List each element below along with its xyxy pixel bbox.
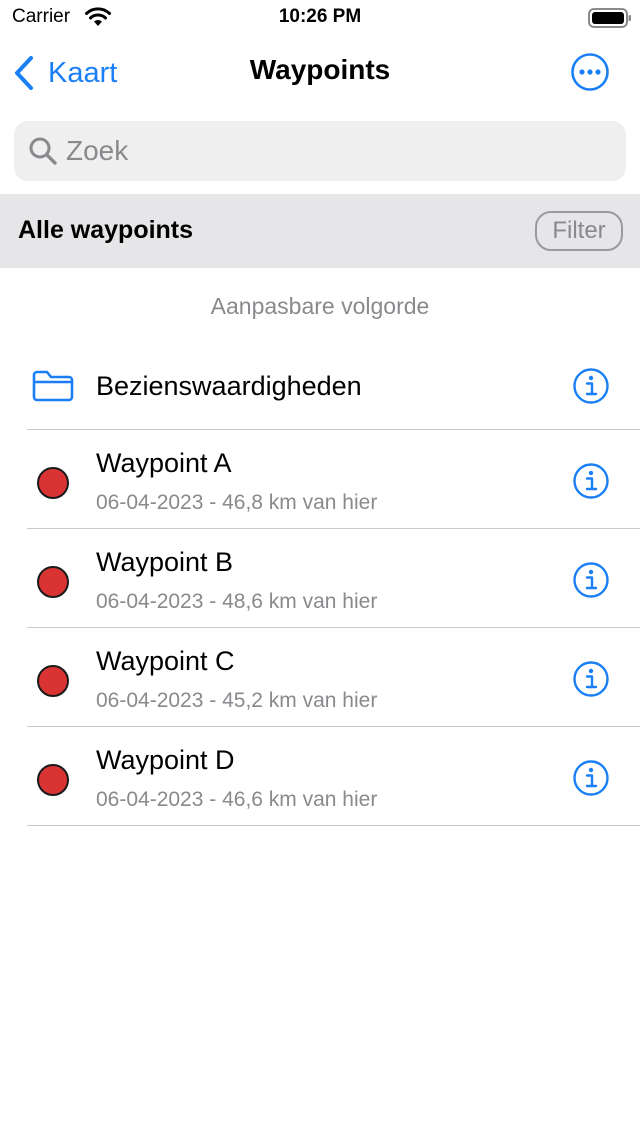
- waypoint-detail: 06-04-2023 - 46,6 km van hier: [96, 788, 378, 811]
- battery-icon: [588, 8, 631, 28]
- search-icon: [29, 137, 57, 165]
- waypoint-marker-icon: [37, 566, 69, 598]
- info-icon[interactable]: [572, 367, 610, 405]
- info-icon[interactable]: [572, 759, 610, 797]
- status-bar: Carrier 10:26 PM: [0, 0, 640, 36]
- waypoint-marker-icon: [37, 665, 69, 697]
- info-icon[interactable]: [572, 561, 610, 599]
- list-item-waypoint[interactable]: Waypoint C 06-04-2023 - 45,2 km van hier: [0, 628, 640, 727]
- waypoint-marker-icon: [37, 764, 69, 796]
- list-item-waypoint[interactable]: Waypoint B 06-04-2023 - 48,6 km van hier: [0, 529, 640, 628]
- info-icon[interactable]: [572, 660, 610, 698]
- folder-icon: [32, 370, 74, 402]
- info-icon[interactable]: [572, 462, 610, 500]
- filter-button[interactable]: Filter: [535, 211, 623, 251]
- list-item-waypoint[interactable]: Waypoint A 06-04-2023 - 46,8 km van hier: [0, 430, 640, 529]
- navigation-bar: Kaart Waypoints: [0, 40, 640, 106]
- section-header: Alle waypoints Filter: [0, 194, 640, 268]
- row-divider: [27, 825, 640, 826]
- folder-label: Bezienswaardigheden: [96, 371, 362, 401]
- section-title: Alle waypoints: [18, 216, 194, 244]
- search-bar[interactable]: [14, 121, 626, 181]
- waypoint-detail: 06-04-2023 - 45,2 km van hier: [96, 689, 378, 712]
- waypoint-list: Bezienswaardigheden Waypoint A 06-04-202…: [0, 340, 640, 826]
- list-item-folder[interactable]: Bezienswaardigheden: [0, 340, 640, 430]
- waypoint-name: Waypoint C: [96, 646, 235, 676]
- list-item-waypoint[interactable]: Waypoint D 06-04-2023 - 46,6 km van hier: [0, 727, 640, 826]
- more-options-button[interactable]: [570, 52, 610, 92]
- waypoint-name: Waypoint D: [96, 745, 235, 775]
- waypoint-detail: 06-04-2023 - 46,8 km van hier: [96, 491, 378, 514]
- status-time: 10:26 PM: [278, 6, 362, 27]
- search-input[interactable]: [66, 135, 586, 167]
- waypoint-detail: 06-04-2023 - 48,6 km van hier: [96, 590, 378, 613]
- waypoint-name: Waypoint A: [96, 448, 232, 478]
- waypoint-name: Waypoint B: [96, 547, 234, 577]
- sort-order-label: Aanpasbare volgorde: [210, 293, 430, 319]
- page-title: Waypoints: [249, 54, 391, 85]
- waypoint-marker-icon: [37, 467, 69, 499]
